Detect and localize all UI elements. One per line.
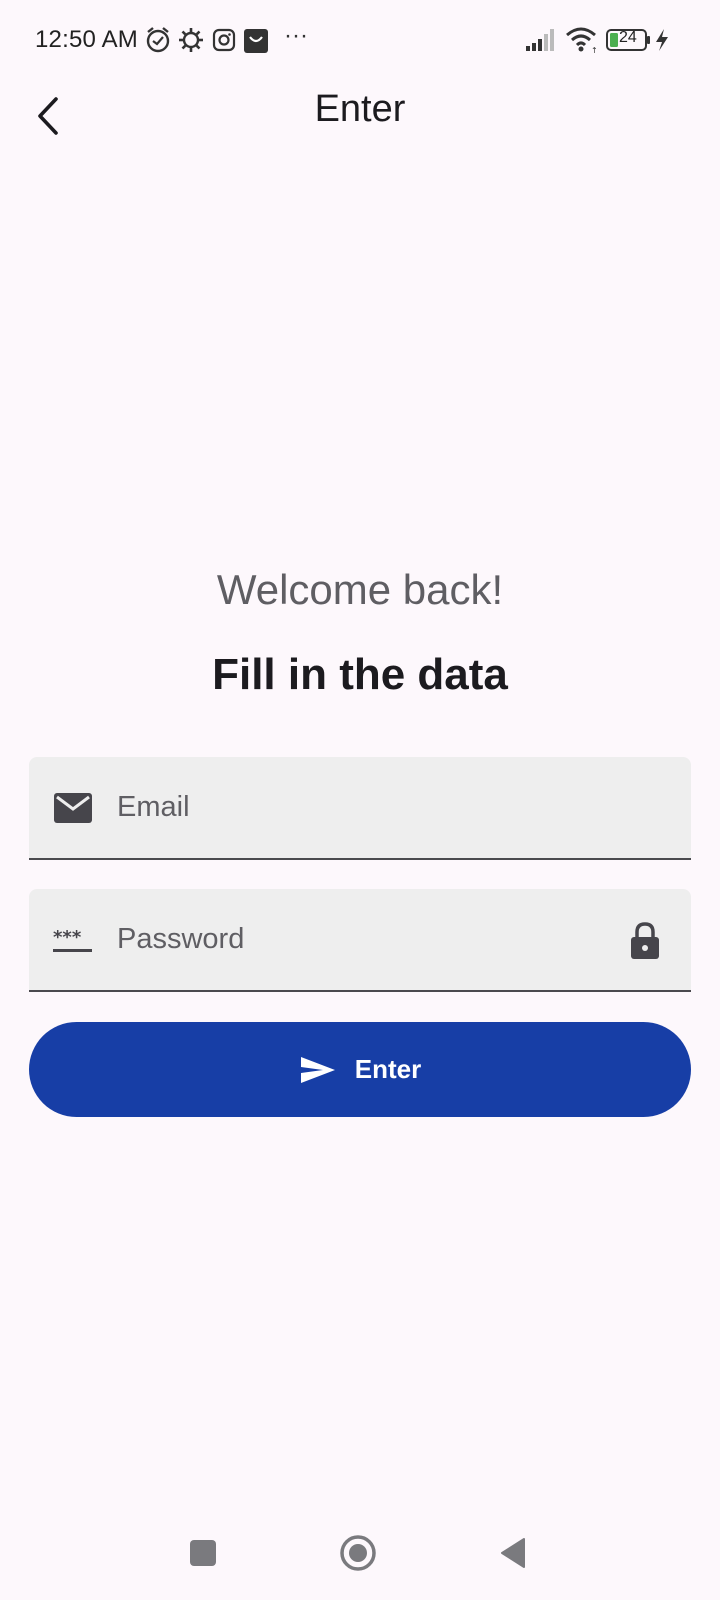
svg-text:***: *** xyxy=(53,927,82,948)
svg-text:↑↓: ↑↓ xyxy=(591,46,599,54)
password-input[interactable] xyxy=(117,889,597,989)
enter-button-label: Enter xyxy=(354,1054,422,1084)
mail-icon xyxy=(53,789,93,827)
alarm-icon xyxy=(145,26,171,59)
battery-level: 24 xyxy=(619,29,637,46)
password-field[interactable]: *** xyxy=(29,889,691,992)
lock-icon[interactable] xyxy=(625,919,665,963)
form-heading: Fill in the data xyxy=(212,650,508,699)
back-triangle-icon xyxy=(498,1537,528,1574)
settings-icon xyxy=(178,26,204,59)
screen: 12:50 AM ··· ↑ 24 Enter Welcome back! Fi… xyxy=(0,0,720,1600)
status-bar: 12:50 AM ··· ↑ 24 xyxy=(0,0,720,80)
enter-button[interactable]: Enter xyxy=(29,1022,691,1117)
charging-icon xyxy=(655,29,669,56)
shop-icon xyxy=(243,26,269,59)
signal-icon xyxy=(526,28,558,57)
email-field[interactable] xyxy=(29,757,691,860)
system-back-button[interactable] xyxy=(488,1530,538,1580)
recents-square-icon xyxy=(188,1538,218,1573)
wifi-icon: ↑↓ xyxy=(565,26,604,59)
more-notifications: ··· xyxy=(284,22,308,49)
email-input[interactable] xyxy=(117,757,597,857)
home-circle-icon xyxy=(338,1533,378,1578)
recents-button[interactable] xyxy=(178,1530,228,1580)
instagram-icon xyxy=(212,26,236,59)
send-icon xyxy=(299,1055,337,1085)
welcome-text: Welcome back! xyxy=(216,566,504,613)
battery-icon: 24 xyxy=(606,28,652,57)
page-title: Enter xyxy=(314,88,406,130)
system-nav-bar xyxy=(0,1510,720,1600)
app-bar: Enter xyxy=(0,80,720,170)
password-dots-icon: *** xyxy=(53,921,93,959)
status-time: 12:50 AM xyxy=(35,26,139,53)
home-button[interactable] xyxy=(333,1530,383,1580)
